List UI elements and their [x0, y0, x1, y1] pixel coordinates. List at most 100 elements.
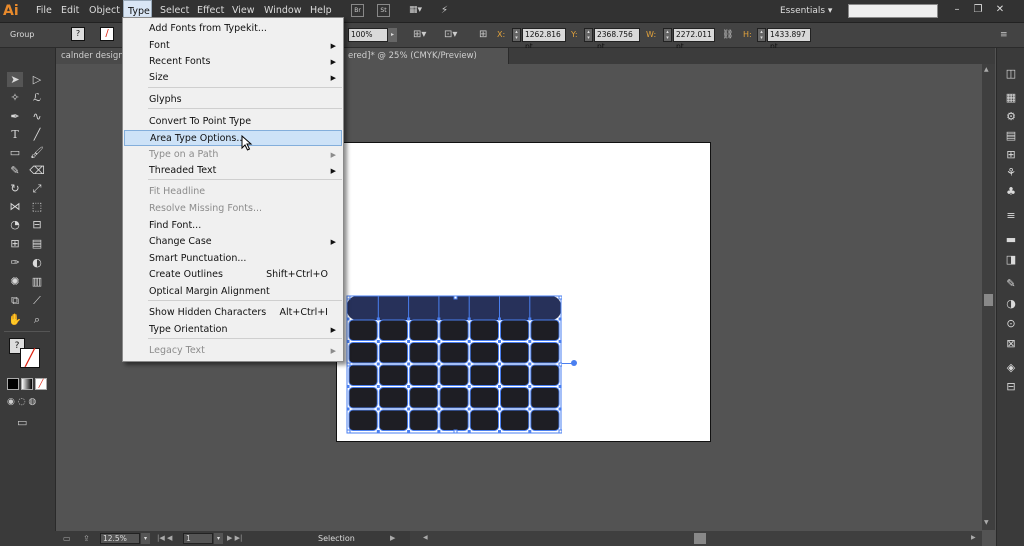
- tab-active-document[interactable]: ered]* @ 25% (CMYK/Preview): [342, 48, 509, 64]
- stroke-swatch-icon[interactable]: /: [100, 27, 114, 41]
- pencil-icon[interactable]: ✎: [7, 163, 23, 178]
- layers-icon[interactable]: ◑: [1002, 296, 1020, 312]
- reference-point-icon[interactable]: ⊡▾: [444, 28, 457, 42]
- paintbrush-icon[interactable]: 🖌: [29, 145, 45, 160]
- lasso-icon[interactable]: ℒ: [29, 90, 45, 105]
- gradient-panel-icon[interactable]: ≡: [1002, 208, 1020, 224]
- artboard-dropdown-icon[interactable]: ▾: [214, 533, 223, 544]
- graphic-styles-icon[interactable]: ✎: [1002, 276, 1020, 292]
- y-field[interactable]: 2368.756 pt: [594, 28, 640, 51]
- none-mode-icon[interactable]: ╱: [35, 378, 47, 390]
- menu-item-type-orientation[interactable]: Type Orientation ▶: [124, 322, 342, 338]
- brushes-icon[interactable]: ⊞: [1002, 147, 1020, 163]
- first-artboard-icon[interactable]: |◀ ◀: [157, 531, 172, 546]
- gpu-performance-icon[interactable]: ⚡: [441, 4, 455, 17]
- close-icon[interactable]: ✕: [992, 2, 1008, 18]
- stock-icon[interactable]: St: [377, 4, 390, 17]
- links-icon[interactable]: ⊠: [1002, 336, 1020, 352]
- horizontal-scrollbar[interactable]: ◀ ▶: [410, 531, 982, 546]
- rectangle-icon[interactable]: ▭: [7, 145, 23, 160]
- rotate-icon[interactable]: ↻: [7, 181, 23, 196]
- perspective-icon[interactable]: ⊟: [29, 217, 45, 232]
- color-guide-icon[interactable]: ▦: [1002, 90, 1020, 106]
- workspace-switcher[interactable]: Essentials ▾: [780, 0, 832, 22]
- menu-item-threaded-text[interactable]: Threaded Text ▶: [124, 163, 342, 179]
- arrange-documents-icon[interactable]: ▦▾: [409, 4, 431, 17]
- libraries-icon[interactable]: ⚙: [1002, 109, 1020, 125]
- zoom-level-field[interactable]: 12.5%: [100, 533, 140, 544]
- help-search-input[interactable]: [848, 4, 938, 18]
- mesh-icon[interactable]: ⊞: [7, 236, 23, 251]
- next-artboard-icon[interactable]: ▶ ▶|: [227, 531, 242, 546]
- transparency-icon[interactable]: ▬: [1002, 232, 1020, 248]
- zoom-icon[interactable]: ⌕: [29, 312, 45, 327]
- calendar-grid[interactable]: [346, 295, 562, 434]
- free-transform-icon[interactable]: ⬚: [29, 199, 45, 214]
- color-mode-icon[interactable]: [7, 378, 19, 390]
- symbols-icon[interactable]: ⚘: [1002, 165, 1020, 181]
- x-field[interactable]: 1262.816 pt: [522, 28, 566, 51]
- menu-item-convert-to-point-type[interactable]: Convert To Point Type: [124, 114, 342, 130]
- appearance-icon[interactable]: ◨: [1002, 252, 1020, 268]
- artboard-nav-icon[interactable]: ▭: [63, 531, 71, 546]
- scale-icon[interactable]: ⤢: [29, 181, 45, 196]
- stroke-color-icon[interactable]: ╱: [20, 348, 40, 368]
- export-icon[interactable]: ⊟: [1002, 379, 1020, 395]
- menu-item-change-case[interactable]: Change Case ▶: [124, 234, 342, 250]
- w-stepper-icon[interactable]: ▴ ▾: [663, 28, 672, 42]
- scroll-right-icon[interactable]: ▶: [971, 534, 976, 541]
- eyedropper-icon[interactable]: ✑: [7, 255, 23, 270]
- menu-file[interactable]: File: [32, 0, 56, 22]
- restore-icon[interactable]: ❐: [970, 2, 986, 18]
- y-stepper-icon[interactable]: ▴ ▾: [584, 28, 593, 42]
- menu-item-smart-punctuation[interactable]: Smart Punctuation...: [124, 251, 342, 267]
- line-icon[interactable]: ╱: [29, 127, 45, 142]
- gradient-mode-icon[interactable]: [21, 378, 33, 390]
- eraser-icon[interactable]: ⌫: [29, 163, 45, 178]
- pen-icon[interactable]: ✒: [7, 109, 23, 124]
- constrain-proportions-icon[interactable]: ⛓: [722, 28, 733, 42]
- width-icon[interactable]: ⋈: [7, 199, 23, 214]
- share-icon[interactable]: ⇪: [83, 531, 90, 546]
- menu-item-find-font[interactable]: Find Font...: [124, 218, 342, 234]
- menu-object[interactable]: Object: [85, 0, 124, 22]
- opacity-field[interactable]: 100%: [348, 28, 388, 42]
- x-stepper-icon[interactable]: ▴ ▾: [512, 28, 521, 42]
- screen-mode-icon[interactable]: ▭: [17, 416, 27, 429]
- scroll-down-icon[interactable]: ▼: [984, 519, 989, 526]
- scroll-up-icon[interactable]: ▲: [984, 66, 989, 73]
- selection-tool-icon[interactable]: ➤: [7, 72, 23, 87]
- menu-item-show-hidden-characters[interactable]: Show Hidden Characters Alt+Ctrl+I: [124, 305, 342, 321]
- hand-icon[interactable]: ✋: [7, 312, 23, 327]
- menu-item-area-type-options[interactable]: Area Type Options...: [124, 130, 342, 146]
- menu-item-add-fonts-from-typekit[interactable]: Add Fonts from Typekit...: [124, 21, 342, 37]
- menu-item-recent-fonts[interactable]: Recent Fonts ▶: [124, 54, 342, 70]
- scroll-left-icon[interactable]: ◀: [423, 534, 428, 541]
- artboard-icon[interactable]: ⧉: [7, 293, 23, 308]
- stack-layers-icon[interactable]: ◈: [1002, 360, 1020, 376]
- direct-selection-tool-icon[interactable]: ▷: [29, 72, 45, 87]
- rotate-handle[interactable]: [571, 360, 577, 366]
- menu-item-font[interactable]: Font ▶: [124, 38, 342, 54]
- menu-item-size[interactable]: Size ▶: [124, 70, 342, 86]
- swatches-icon[interactable]: ▤: [1002, 128, 1020, 144]
- graph-icon[interactable]: ▥: [29, 274, 45, 289]
- vertical-scrollbar[interactable]: ▲ ▼: [982, 64, 995, 530]
- stroke-panel-icon[interactable]: ♣: [1002, 184, 1020, 200]
- draw-mode-icon[interactable]: ◉ ◌ ◍: [7, 397, 36, 407]
- zoom-dropdown-icon[interactable]: ▾: [141, 533, 150, 544]
- fill-swatch-icon[interactable]: ?: [71, 27, 85, 41]
- h-field[interactable]: 1433.897 pt: [767, 28, 811, 51]
- shape-builder-icon[interactable]: ◔: [7, 217, 23, 232]
- minimize-icon[interactable]: –: [949, 2, 965, 18]
- bridge-icon[interactable]: Br: [351, 4, 364, 17]
- slice-icon[interactable]: ⟋: [29, 293, 45, 308]
- transform-icon[interactable]: ⊞: [479, 28, 487, 42]
- blend-icon[interactable]: ◐: [29, 255, 45, 270]
- color-panel-icon[interactable]: ◫: [1002, 66, 1020, 82]
- status-menu-icon[interactable]: ▶: [390, 531, 395, 546]
- h-stepper-icon[interactable]: ▴ ▾: [757, 28, 766, 42]
- symbol-sprayer-icon[interactable]: ✺: [7, 274, 23, 289]
- menu-item-optical-margin-alignment[interactable]: Optical Margin Alignment: [124, 284, 342, 300]
- magic-wand-icon[interactable]: ✧: [7, 90, 23, 105]
